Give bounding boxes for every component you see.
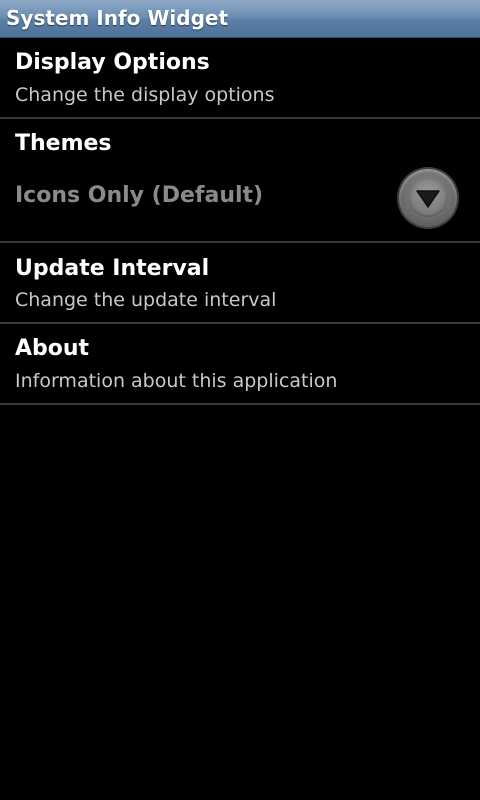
preference-list: Display Options Change the display optio… [0, 38, 480, 405]
pref-about-summary: Information about this application [15, 370, 338, 392]
themes-dropdown-button[interactable] [399, 169, 457, 227]
window-title: System Info Widget [6, 6, 229, 30]
pref-update-interval-summary: Change the update interval [15, 289, 277, 311]
pref-display-options-title: Display Options [15, 50, 210, 75]
pref-about[interactable]: About Information about this application [0, 324, 480, 405]
title-bar: System Info Widget [0, 0, 480, 38]
pref-update-interval[interactable]: Update Interval Change the update interv… [0, 243, 480, 324]
pref-update-interval-title: Update Interval [15, 256, 210, 281]
dropdown-arrow-icon [409, 179, 447, 217]
pref-themes[interactable]: Themes Icons Only (Default) [0, 119, 480, 243]
pref-about-title: About [15, 336, 90, 361]
pref-display-options-summary: Change the display options [15, 84, 275, 106]
pref-display-options[interactable]: Display Options Change the display optio… [0, 38, 480, 119]
pref-themes-title: Themes [15, 131, 112, 156]
pref-themes-value: Icons Only (Default) [15, 183, 264, 208]
